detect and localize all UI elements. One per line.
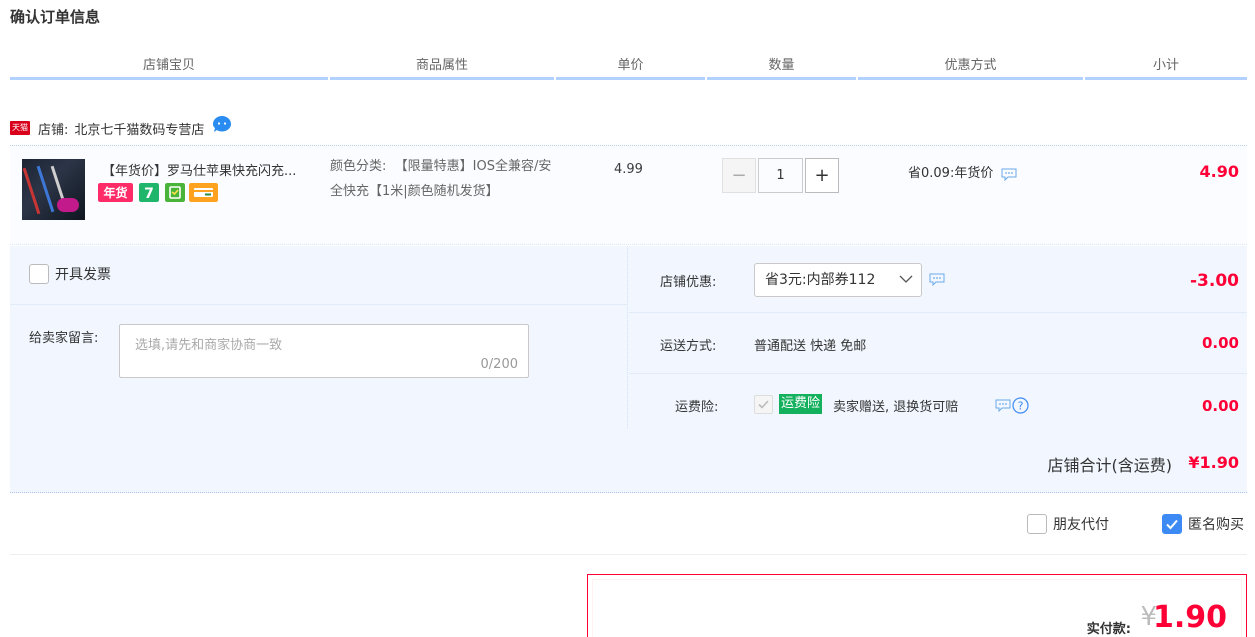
- new-year-goods-icon[interactable]: 年货: [98, 183, 133, 202]
- shop-total-value: ¥1.90: [1188, 453, 1239, 472]
- invoice-option[interactable]: 开具发票: [29, 264, 111, 284]
- column-header-unit-price: 单价: [556, 58, 705, 80]
- order-extras-panel: 开具发票 给卖家留言: 选填,请先和商家协商一致 0/200 店铺优惠: 省3元…: [10, 246, 1247, 429]
- attribute-label: 颜色分类:: [330, 159, 387, 174]
- promotion-comment-icon[interactable]: [1001, 168, 1017, 181]
- insurance-tag: 运费险: [779, 394, 823, 414]
- quantity-stepper: − 1 +: [722, 158, 839, 193]
- payment-label: 实付款:: [1086, 622, 1131, 637]
- wangwang-chat-icon[interactable]: [212, 115, 232, 133]
- column-header-promotion: 优惠方式: [858, 58, 1083, 80]
- shop-discount-row: 店铺优惠: 省3元:内部券112 -3.00: [629, 246, 1247, 313]
- invoice-label: 开具发票: [55, 267, 111, 283]
- quantity-increase-button[interactable]: +: [805, 158, 839, 193]
- checkmark-icon: [1166, 519, 1178, 530]
- insurance-label: 运费险:: [675, 400, 719, 415]
- friend-pay-option[interactable]: 朋友代付: [1027, 514, 1109, 534]
- insurance-comment-icon[interactable]: [995, 399, 1011, 412]
- svg-text:7: 7: [144, 186, 154, 202]
- friend-pay-label: 朋友代付: [1053, 517, 1109, 533]
- svg-text:年货: 年货: [103, 185, 127, 200]
- column-header-subtotal: 小计: [1085, 58, 1247, 80]
- column-header-quantity: 数量: [707, 58, 856, 80]
- extras-left: 开具发票 给卖家留言: 选填,请先和商家协商一致 0/200: [10, 246, 628, 429]
- insurance-checkbox: [754, 395, 773, 414]
- card-pay-icon[interactable]: [189, 183, 218, 202]
- product-attributes: 颜色分类: 【限量特惠】IOS全兼容/安全快充【1米|颜色随机发货】: [330, 154, 560, 204]
- seven-day-return-icon[interactable]: 7: [139, 183, 159, 202]
- message-label: 给卖家留言:: [29, 331, 99, 346]
- promotion-info: 省0.09:年货价: [908, 162, 1017, 181]
- shop-discount-select[interactable]: 省3元:内部券112: [754, 263, 922, 297]
- anonymous-purchase-label: 匿名购买: [1188, 517, 1244, 533]
- tmall-icon: 天猫: [10, 121, 30, 135]
- shipping-label: 运送方式:: [660, 339, 717, 354]
- shop-name-link[interactable]: 北京七千猫数码专营店: [74, 119, 204, 138]
- shop-total-row: 店铺合计(含运费) ¥1.90: [10, 429, 1247, 493]
- shipping-fee: 0.00: [1201, 334, 1239, 352]
- anonymous-purchase-option[interactable]: 匿名购买: [1162, 514, 1244, 534]
- tmall-guarantee-icon[interactable]: [165, 183, 185, 202]
- section-divider: [10, 554, 1247, 555]
- shop-discount-label: 店铺优惠:: [660, 275, 717, 290]
- column-header-attributes: 商品属性: [330, 58, 554, 80]
- payment-summary-box: 实付款: ¥ 1.90: [587, 574, 1247, 637]
- insurance-fee: 0.00: [1201, 397, 1239, 415]
- shipping-row: 运送方式: 普通配送 快递 免邮 0.00: [629, 313, 1247, 374]
- invoice-checkbox[interactable]: [29, 264, 49, 284]
- help-icon[interactable]: ?: [1012, 397, 1029, 414]
- extras-right: 店铺优惠: 省3元:内部券112 -3.00 运送方式: 普通配送 快递 免邮 …: [629, 246, 1247, 429]
- shop-discount-selected: 省3元:内部券112: [765, 272, 876, 288]
- promotion-text: 省0.09:年货价: [908, 166, 994, 181]
- chevron-down-icon: [899, 275, 913, 283]
- quantity-decrease-button[interactable]: −: [722, 158, 756, 193]
- checkmark-icon: [758, 400, 769, 409]
- payment-amount: 1.90: [1152, 600, 1227, 635]
- seller-message-input[interactable]: 选填,请先和商家协商一致 0/200: [119, 324, 529, 378]
- insurance-text: 卖家赠送, 退换货可赔: [833, 400, 959, 415]
- shipping-method: 普通配送 快递 免邮: [754, 339, 867, 354]
- shop-discount-value: -3.00: [1190, 271, 1239, 291]
- order-item-row: 【年货价】罗马仕苹果快充闪充... 年货 7 颜色分类: 【限量特惠】IOS全兼…: [10, 145, 1247, 245]
- column-header-shop-item: 店铺宝贝: [10, 58, 328, 80]
- svg-text:?: ?: [1018, 400, 1024, 413]
- friend-pay-checkbox[interactable]: [1027, 514, 1047, 534]
- anonymous-purchase-checkbox[interactable]: [1162, 514, 1182, 534]
- product-title-link[interactable]: 【年货价】罗马仕苹果快充闪充...: [102, 160, 330, 179]
- page-title: 确认订单信息: [10, 8, 101, 26]
- message-char-count: 0/200: [480, 357, 518, 372]
- message-placeholder: 选填,请先和商家协商一致: [135, 338, 283, 353]
- unit-price: 4.99: [614, 162, 643, 177]
- shop-total-label: 店铺合计(含运费): [1047, 456, 1173, 475]
- shop-label: 店铺:: [38, 122, 69, 138]
- discount-comment-icon[interactable]: [929, 273, 945, 286]
- shop-row: 天猫 店铺: 北京七千猫数码专营店: [10, 116, 232, 140]
- product-thumbnail[interactable]: [22, 159, 85, 220]
- item-subtotal: 4.90: [1199, 162, 1239, 181]
- quantity-input[interactable]: 1: [758, 158, 803, 193]
